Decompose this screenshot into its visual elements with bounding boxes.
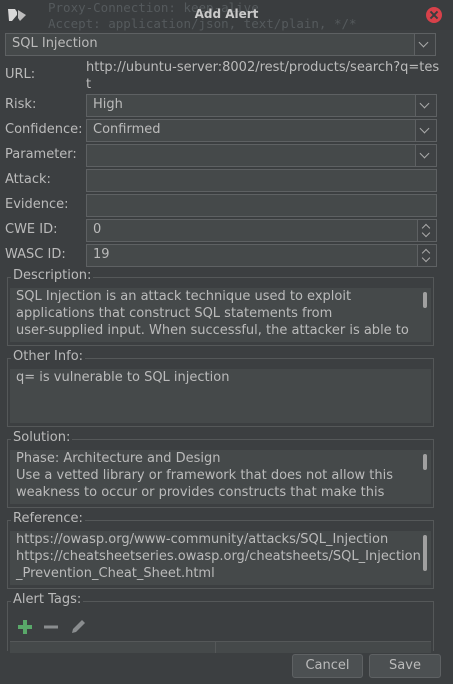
alert-name-value: SQL Injection (12, 36, 98, 51)
wasc-value: 19 (93, 247, 110, 262)
remove-icon[interactable] (43, 619, 59, 635)
solution-group: Solution: Phase: Architecture and Design… (7, 430, 434, 508)
description-label: Description: (11, 268, 94, 283)
reference-textarea[interactable]: https://owasp.org/www-community/attacks/… (10, 531, 431, 585)
reference-group: Reference: https://owasp.org/www-communi… (7, 511, 434, 589)
other-info-textarea[interactable]: q= is vulnerable to SQL injection (10, 369, 431, 423)
alert-tags-group: Alert Tags: (7, 592, 434, 653)
reference-label: Reference: (11, 511, 85, 526)
confidence-select[interactable]: Confirmed (86, 119, 437, 142)
solution-scrollbar[interactable] (423, 454, 427, 470)
url-value: http://ubuntu-server:8002/rest/products/… (86, 60, 440, 92)
edit-icon[interactable] (69, 618, 87, 636)
cancel-button[interactable]: Cancel (292, 654, 363, 678)
risk-label: Risk: (5, 97, 37, 112)
chevron-down-icon[interactable] (421, 228, 431, 238)
cwe-stepper[interactable]: 0 (86, 219, 437, 242)
evidence-label: Evidence: (5, 197, 69, 212)
evidence-field[interactable] (86, 194, 437, 217)
chevron-down-icon[interactable] (415, 120, 436, 141)
risk-value: High (93, 97, 123, 112)
description-textarea[interactable]: SQL Injection is an attack technique use… (10, 288, 431, 342)
parameter-select[interactable] (86, 144, 437, 167)
wasc-stepper[interactable]: 19 (86, 244, 437, 267)
solution-textarea[interactable]: Phase: Architecture and Design Use a vet… (10, 450, 431, 504)
solution-label: Solution: (11, 430, 73, 445)
cwe-label: CWE ID: (5, 222, 58, 237)
wasc-label: WASC ID: (5, 247, 66, 262)
parameter-label: Parameter: (5, 147, 77, 162)
other-info-label: Other Info: (11, 349, 86, 364)
alert-name-select[interactable]: SQL Injection (5, 33, 436, 56)
save-button[interactable]: Save (369, 654, 441, 678)
table-column-divider (215, 642, 216, 653)
alert-tags-table[interactable] (10, 641, 431, 653)
url-label: URL: (5, 67, 36, 82)
close-icon[interactable] (426, 7, 442, 23)
window-title: Add Alert (194, 7, 259, 21)
cwe-value: 0 (93, 222, 102, 237)
reference-scrollbar[interactable] (423, 535, 427, 571)
add-icon[interactable] (17, 619, 33, 635)
other-info-group: Other Info: q= is vulnerable to SQL inje… (7, 349, 434, 427)
chevron-down-icon[interactable] (415, 145, 436, 166)
attack-field[interactable] (86, 169, 437, 192)
confidence-value: Confirmed (93, 122, 161, 137)
risk-select[interactable]: High (86, 94, 437, 117)
stepper-arrows[interactable] (417, 245, 436, 266)
description-scrollbar[interactable] (423, 292, 427, 308)
chevron-down-icon[interactable] (414, 34, 435, 55)
description-group: Description: SQL Injection is an attack … (7, 268, 434, 346)
title-bar: Proxy-Connection: keep-alive Accept: app… (0, 0, 453, 31)
chevron-down-icon[interactable] (415, 95, 436, 116)
chevron-down-icon[interactable] (421, 253, 431, 263)
stepper-arrows[interactable] (417, 220, 436, 241)
alert-tags-label: Alert Tags: (11, 592, 84, 607)
attack-label: Attack: (5, 172, 51, 187)
confidence-label: Confidence: (5, 122, 83, 137)
